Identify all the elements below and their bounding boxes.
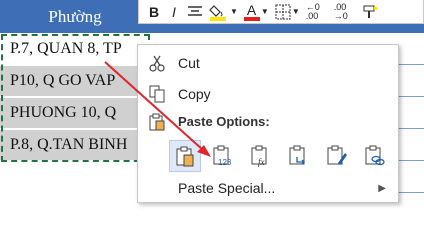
font-color-button[interactable]: A ▼ — [243, 1, 269, 22]
cell-row-4[interactable]: P.8, Q.TAN BINH — [0, 130, 150, 161]
chevron-down-icon[interactable]: ▼ — [292, 7, 300, 16]
scissors-icon — [149, 55, 165, 72]
borders-button[interactable]: ▼ — [275, 2, 300, 22]
paste-link-icon — [365, 145, 385, 166]
align-center-icon — [188, 5, 202, 16]
decrease-decimal-icon: .00 →0 — [333, 1, 348, 21]
bold-button[interactable]: B — [147, 2, 161, 22]
chevron-down-icon[interactable]: ▼ — [261, 7, 269, 16]
mini-toolbar: B I ▼ A ▼ ▼ ←0 .00 .00 →0 — [138, 0, 424, 24]
font-color-swatch — [243, 16, 260, 21]
paste-values-icon: 123 — [213, 145, 232, 167]
menu-item-paste-special[interactable]: Paste Special... ▶ — [138, 176, 400, 200]
paste-values-button[interactable]: 123 — [208, 141, 238, 171]
context-menu: Cut Copy Paste Options: 123 fx Paste Spe… — [137, 44, 399, 203]
menu-item-copy[interactable]: Copy — [138, 82, 400, 106]
paste-link-button[interactable] — [360, 141, 390, 171]
font-color-letter: A — [246, 1, 257, 18]
submenu-arrow-icon: ▶ — [378, 182, 386, 194]
paste-formatting-button[interactable] — [322, 141, 352, 171]
svg-text:123: 123 — [218, 158, 232, 167]
menu-item-cut-label: Cut — [178, 55, 200, 71]
copy-icon — [149, 85, 165, 103]
borders-icon — [275, 4, 291, 19]
paste-formulas-button[interactable]: fx — [246, 141, 276, 171]
transpose-button[interactable] — [284, 141, 314, 171]
cell-row-2[interactable]: P10, Q GO VAP — [0, 66, 150, 97]
paste-formatting-icon — [327, 145, 347, 165]
decrease-decimal-button[interactable]: .00 →0 — [334, 2, 356, 22]
menu-item-paste-special-label: Paste Special... — [178, 180, 276, 196]
format-painter-button[interactable] — [362, 2, 378, 22]
transpose-icon — [289, 145, 305, 165]
format-painter-icon — [363, 5, 377, 18]
increase-decimal-button[interactable]: ←0 .00 — [306, 2, 328, 22]
menu-item-copy-label: Copy — [178, 86, 211, 102]
cell-row-3[interactable]: PHUONG 10, Q — [0, 98, 150, 129]
align-center-button[interactable] — [187, 2, 203, 22]
paste-formulas-icon: fx — [251, 145, 267, 167]
cell-row-1[interactable]: P.7, QUAN 8, TP — [0, 34, 150, 65]
chevron-down-icon[interactable]: ▼ — [230, 7, 238, 16]
column-header-phuong[interactable]: Phường — [0, 0, 150, 33]
paste-options-buttons: 123 fx — [169, 140, 390, 172]
increase-decimal-icon: ←0 .00 — [305, 1, 320, 21]
paste-icon — [176, 146, 194, 167]
italic-button[interactable]: I — [167, 2, 181, 22]
fill-color-button[interactable]: ▼ — [209, 2, 238, 22]
svg-text:fx: fx — [258, 157, 265, 167]
clipboard-icon — [149, 113, 165, 131]
paste-options-label: Paste Options: — [178, 114, 270, 129]
fill-bucket-icon — [209, 4, 226, 21]
paste-options-section: Paste Options: — [138, 111, 400, 133]
paste-button[interactable] — [169, 140, 201, 172]
menu-item-cut[interactable]: Cut — [138, 51, 400, 75]
